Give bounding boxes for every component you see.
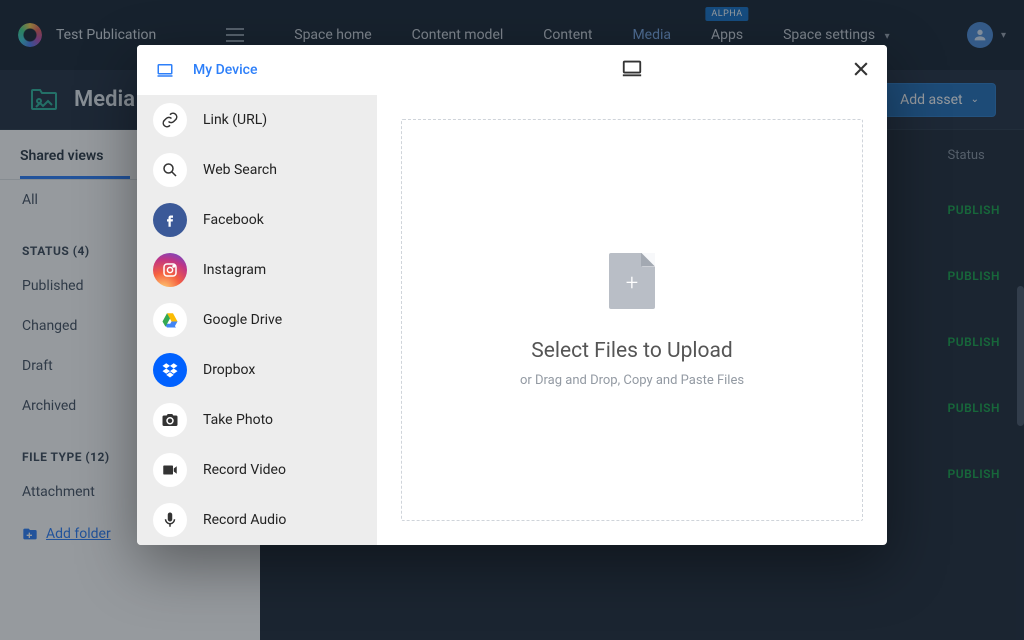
plus-icon: + [626, 273, 638, 295]
drop-zone[interactable]: + Select Files to Upload or Drag and Dro… [401, 119, 863, 521]
source-my-device[interactable]: My Device [137, 45, 377, 95]
drop-title: Select Files to Upload [531, 339, 733, 363]
source-google-drive[interactable]: Google Drive [137, 295, 377, 345]
source-instagram[interactable]: Instagram [137, 245, 377, 295]
source-label: Link (URL) [203, 112, 267, 128]
source-link[interactable]: Link (URL) [137, 95, 377, 145]
source-record-video[interactable]: Record Video [137, 445, 377, 495]
device-icon [153, 53, 177, 87]
source-label: Take Photo [203, 412, 273, 428]
source-facebook[interactable]: Facebook [137, 195, 377, 245]
source-label: Instagram [203, 262, 266, 278]
dropbox-icon [153, 353, 187, 387]
source-record-audio[interactable]: Record Audio [137, 495, 377, 545]
link-icon [153, 103, 187, 137]
source-dropbox[interactable]: Dropbox [137, 345, 377, 395]
microphone-icon [153, 503, 187, 537]
source-web-search[interactable]: Web Search [137, 145, 377, 195]
source-label: Record Audio [203, 512, 286, 528]
source-label: Record Video [203, 462, 286, 478]
google-drive-icon [153, 303, 187, 337]
upload-source-list: My Device Link (URL) Web Search Facebook… [137, 45, 377, 545]
upload-pane: + Select Files to Upload or Drag and Dro… [377, 45, 887, 545]
drop-subtitle: or Drag and Drop, Copy and Paste Files [520, 373, 744, 388]
facebook-icon [153, 203, 187, 237]
close-button[interactable] [851, 59, 871, 83]
search-icon [153, 153, 187, 187]
video-icon [153, 453, 187, 487]
source-label: Dropbox [203, 362, 255, 378]
source-label: My Device [193, 62, 257, 78]
source-label: Facebook [203, 212, 264, 228]
source-take-photo[interactable]: Take Photo [137, 395, 377, 445]
device-icon [621, 57, 643, 83]
file-upload-icon: + [609, 253, 655, 309]
camera-icon [153, 403, 187, 437]
source-label: Google Drive [203, 312, 282, 328]
upload-header [377, 45, 887, 95]
upload-modal: My Device Link (URL) Web Search Facebook… [137, 45, 887, 545]
source-label: Web Search [203, 162, 277, 178]
instagram-icon [153, 253, 187, 287]
